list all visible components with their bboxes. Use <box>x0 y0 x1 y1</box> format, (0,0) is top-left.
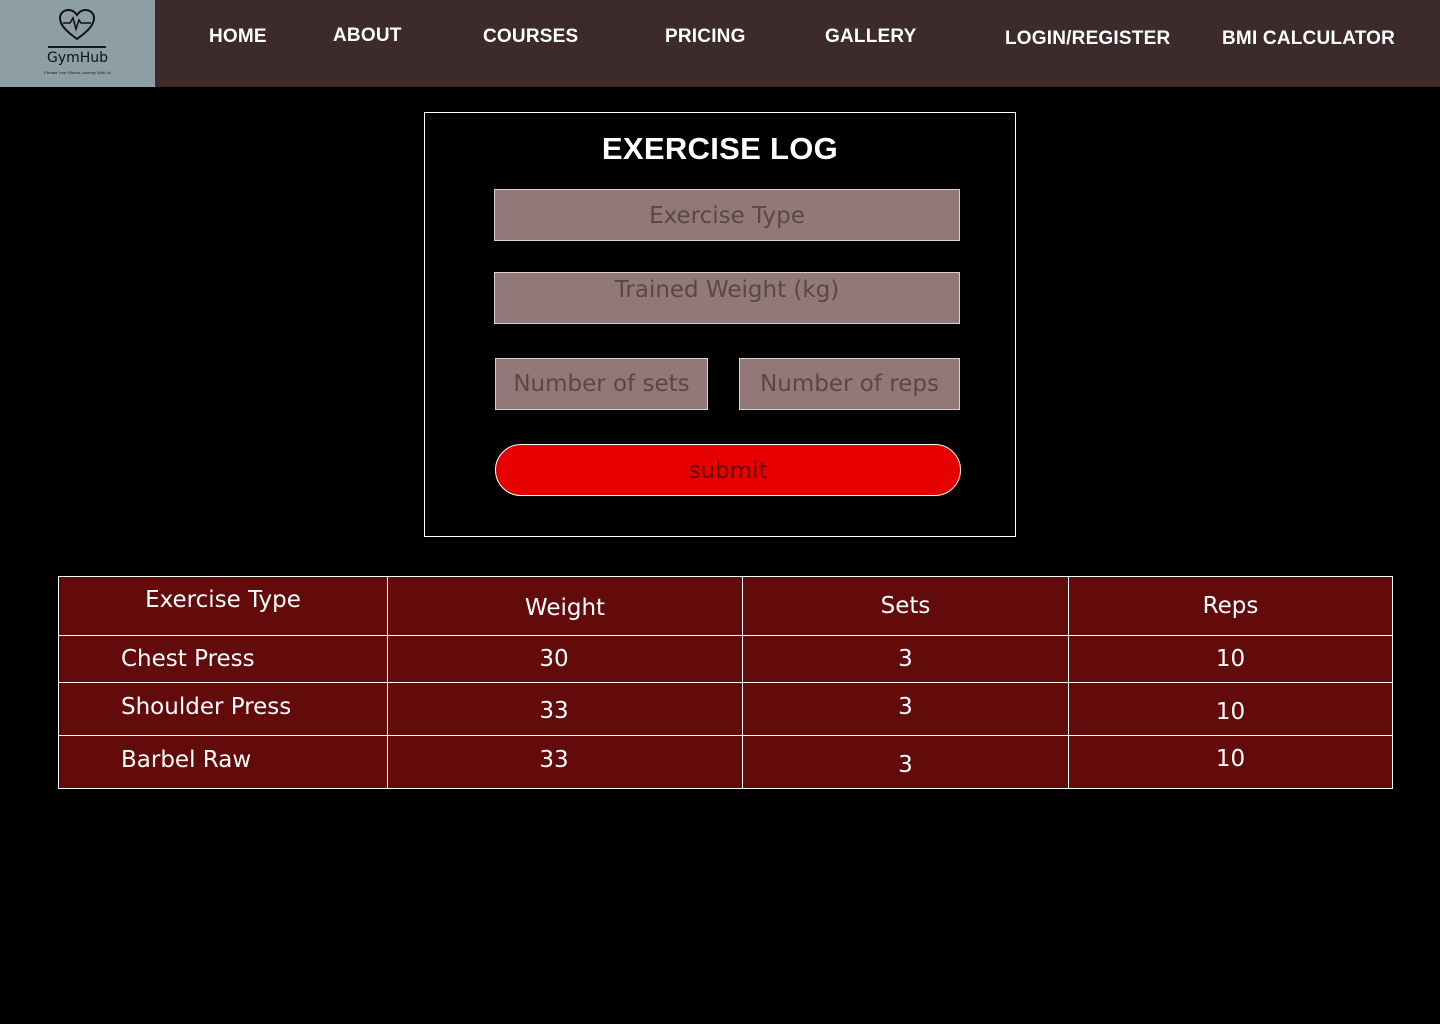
top-navbar: GymHub Elevate Your Fitness Journey With… <box>0 0 1440 87</box>
nav-home[interactable]: HOME <box>209 26 267 48</box>
sets-input[interactable] <box>495 358 708 410</box>
cell-reps: 10 <box>1068 635 1393 683</box>
cell-sets: 3 <box>742 735 1069 789</box>
form-title: EXERCISE LOG <box>601 131 839 166</box>
brand-name: GymHub <box>46 50 109 66</box>
heart-pulse-icon <box>58 8 96 41</box>
nav-courses[interactable]: COURSES <box>483 26 578 48</box>
exercise-log-form: EXERCISE LOG submit <box>424 112 1016 537</box>
header-weight: Weight <box>387 576 743 636</box>
nav-bmi-calculator[interactable]: BMI CALCULATOR <box>1222 28 1395 50</box>
cell-weight: 30 <box>387 635 743 683</box>
cell-weight: 33 <box>387 682 743 736</box>
table-row: Barbel Raw 33 3 10 <box>58 735 1393 789</box>
cell-exercise: Chest Press <box>58 635 388 683</box>
cell-exercise: Shoulder Press <box>58 682 388 736</box>
submit-button[interactable]: submit <box>495 444 961 496</box>
nav-gallery[interactable]: GALLERY <box>825 26 916 48</box>
cell-sets: 3 <box>742 635 1069 683</box>
brand-tagline: Elevate Your Fitness Journey With Us <box>44 70 111 75</box>
cell-reps: 10 <box>1068 735 1393 789</box>
header-reps: Reps <box>1068 576 1393 636</box>
logo-divider <box>48 46 106 48</box>
reps-input[interactable] <box>739 358 960 410</box>
cell-reps: 10 <box>1068 682 1393 736</box>
exercise-type-input[interactable] <box>494 189 960 241</box>
cell-sets: 3 <box>742 682 1069 736</box>
nav-about[interactable]: ABOUT <box>333 25 402 47</box>
page: GymHub Elevate Your Fitness Journey With… <box>0 0 1440 1024</box>
nav-pricing[interactable]: PRICING <box>665 26 746 48</box>
table-row: Shoulder Press 33 3 10 <box>58 682 1393 736</box>
cell-exercise: Barbel Raw <box>58 735 388 789</box>
exercise-log-table: Exercise Type Weight Sets Reps Chest Pre… <box>58 576 1393 789</box>
table-row: Chest Press 30 3 10 <box>58 635 1393 683</box>
brand-logo[interactable]: GymHub Elevate Your Fitness Journey With… <box>0 0 155 87</box>
nav-login-register[interactable]: LOGIN/REGISTER <box>1005 28 1170 50</box>
table-header-row: Exercise Type Weight Sets Reps <box>58 576 1393 636</box>
header-sets: Sets <box>742 576 1069 636</box>
trained-weight-input[interactable] <box>494 272 960 324</box>
header-exercise-type: Exercise Type <box>58 576 388 636</box>
cell-weight: 33 <box>387 735 743 789</box>
